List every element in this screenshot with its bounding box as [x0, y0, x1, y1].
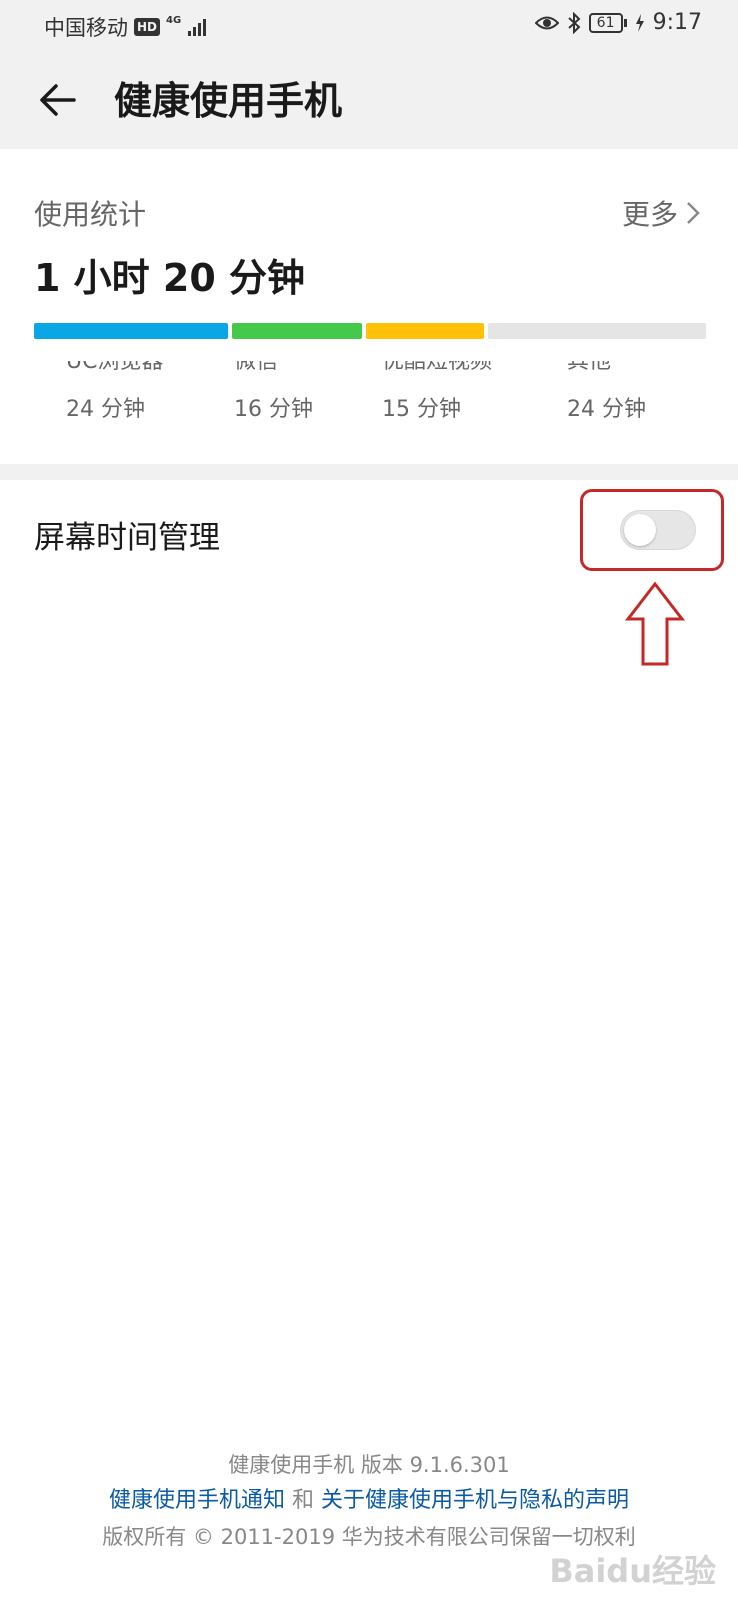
privacy-statement-link[interactable]: 关于健康使用手机与隐私的声明: [321, 1488, 629, 1513]
charging-icon: [635, 13, 644, 32]
footer: 健康使用手机 版本 9.1.6.301 健康使用手机通知 和 关于健康使用手机与…: [0, 1448, 738, 1554]
usage-stats-heading: 使用统计: [34, 198, 147, 231]
version-info: 健康使用手机 版本 9.1.6.301: [228, 1453, 510, 1477]
status-left: 中国移动 HD 4G: [44, 12, 209, 42]
more-link[interactable]: 更多: [622, 193, 702, 233]
app-name: 优酷短视频: [382, 361, 493, 374]
annotation-highlight-box: [580, 489, 724, 571]
app-time: 24 分钟: [567, 397, 646, 421]
footer-links: 健康使用手机通知 和 关于健康使用手机与隐私的声明: [0, 1482, 738, 1520]
app-usage-item[interactable]: 优酷短视频 15 分钟: [382, 361, 532, 421]
app-usage-item[interactable]: 微信 16 分钟: [234, 361, 364, 421]
total-usage-time: 1 小时 20 分钟: [34, 256, 306, 300]
app-usage-item[interactable]: UC浏览器 24 分钟: [66, 361, 216, 421]
app-name: UC浏览器: [66, 361, 164, 374]
usage-segment-wechat: [232, 323, 362, 339]
usage-segment-uc: [34, 323, 228, 339]
bluetooth-icon: [567, 11, 581, 34]
screen-time-label: 屏幕时间管理: [34, 520, 220, 556]
app-name: 其他: [567, 361, 612, 374]
back-arrow-icon: [40, 84, 76, 116]
app-usage-item[interactable]: 其他 24 分钟: [567, 361, 697, 421]
eye-icon: [534, 16, 559, 29]
usage-segment-other: [488, 323, 706, 339]
status-bar: 中国移动 HD 4G 61 9:17: [0, 0, 738, 52]
usage-bar: [34, 323, 706, 339]
usage-stats-card: 使用统计 更多 1 小时 20 分钟 UC浏览器 24 分钟 微信 16 分钟 …: [0, 149, 738, 464]
app-time: 15 分钟: [382, 397, 461, 421]
back-button[interactable]: [34, 76, 82, 124]
annotation-up-arrow-icon: [625, 581, 685, 666]
and-text: 和: [291, 1488, 314, 1513]
app-time: 24 分钟: [66, 397, 145, 421]
more-label: 更多: [621, 198, 678, 231]
section-divider: [0, 464, 738, 480]
carrier-name: 中国移动: [44, 16, 128, 40]
battery-icon: 61: [588, 12, 627, 33]
notice-link[interactable]: 健康使用手机通知: [109, 1488, 285, 1513]
app-time: 16 分钟: [234, 397, 313, 421]
baidu-watermark: Baidu经验: [549, 1552, 716, 1590]
battery-level: 61: [588, 12, 623, 33]
app-name: 微信: [234, 361, 279, 374]
signal-icon: [188, 19, 207, 36]
chevron-right-icon: [687, 202, 700, 224]
page-title: 健康使用手机: [114, 79, 343, 123]
clock: 9:17: [652, 10, 702, 35]
title-bar: 健康使用手机: [0, 52, 738, 149]
network-type: 4G: [166, 15, 182, 26]
hd-badge: HD: [134, 18, 161, 36]
status-right: 61 9:17: [534, 10, 702, 35]
usage-segment-youku: [366, 323, 484, 339]
